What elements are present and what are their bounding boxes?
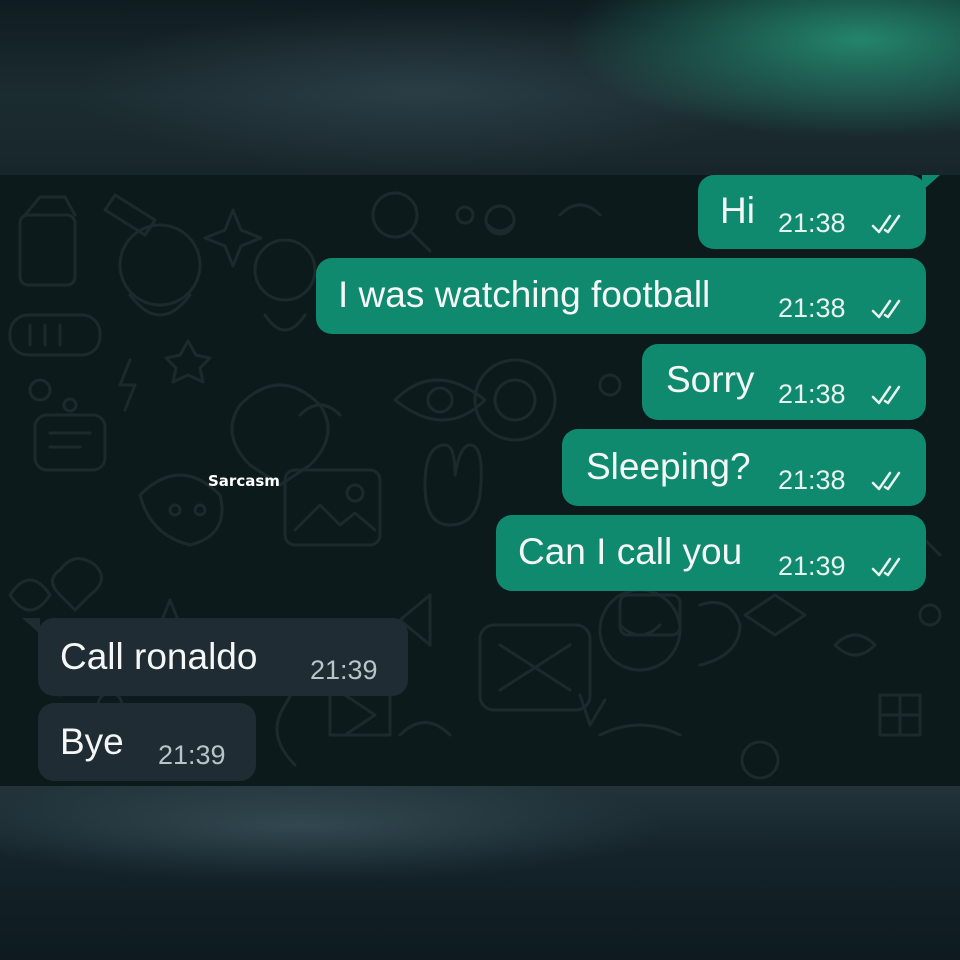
message-bubble-outgoing[interactable]: Hi 21:38 (698, 175, 926, 249)
message-text: Can I call you (518, 531, 743, 572)
message-time: 21:39 (310, 655, 378, 685)
message-time: 21:38 (778, 208, 846, 238)
message-bubble-incoming[interactable]: Bye 21:39 (38, 703, 256, 781)
message-time: 21:38 (778, 293, 846, 323)
message-text: Sorry (666, 359, 755, 400)
screenshot-frame: Hi 21:38 I was watching football 21:38 S… (0, 0, 960, 960)
message-bubble-incoming[interactable]: Call ronaldo 21:39 (38, 618, 408, 696)
chat-area[interactable]: Hi 21:38 I was watching football 21:38 S… (0, 175, 960, 786)
double-check-icon (871, 557, 901, 577)
message-bubble-outgoing[interactable]: Sorry 21:38 (642, 344, 926, 420)
message-bubble-outgoing[interactable]: I was watching football 21:38 (316, 258, 926, 334)
message-time: 21:38 (778, 465, 846, 495)
message-text: Bye (60, 721, 124, 762)
blurred-bottom-band (0, 786, 960, 960)
message-bubble-outgoing[interactable]: Can I call you 21:39 (496, 515, 926, 591)
message-text: Sleeping? (586, 446, 751, 487)
double-check-icon (871, 471, 901, 491)
message-time: 21:38 (778, 379, 846, 409)
double-check-icon (871, 299, 901, 319)
message-bubble-outgoing[interactable]: Sleeping? 21:38 (562, 429, 926, 506)
double-check-icon (871, 385, 901, 405)
message-text: Hi (720, 190, 755, 231)
message-text: I was watching football (338, 274, 711, 315)
double-check-icon (871, 214, 901, 234)
bubble-tail (922, 175, 940, 191)
watermark-text: Sarcasm (208, 472, 280, 490)
blurred-top-band (0, 0, 960, 175)
message-text: Call ronaldo (60, 636, 258, 677)
message-time: 21:39 (158, 740, 226, 770)
message-time: 21:39 (778, 551, 846, 581)
